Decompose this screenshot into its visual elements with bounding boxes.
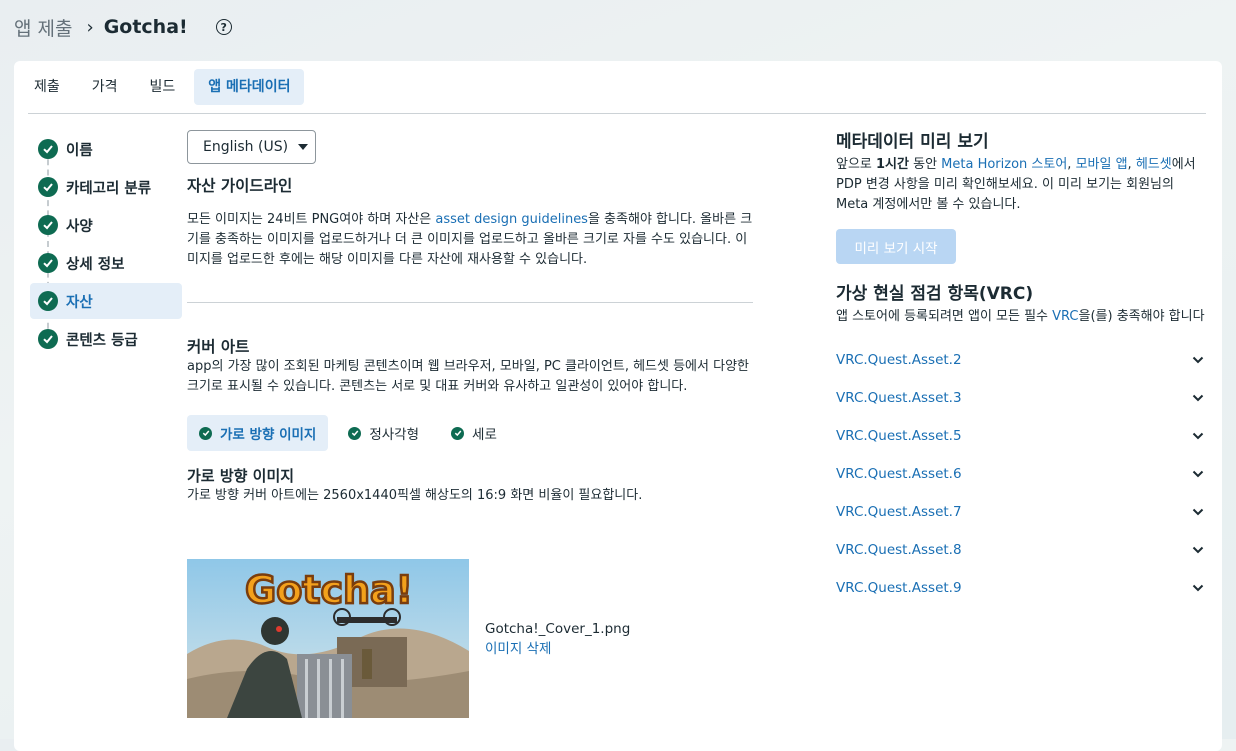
image-file-info: Gotcha!_Cover_1.png 이미지 삭제: [485, 619, 630, 659]
tab-app-metadata[interactable]: 앱 메타데이터: [194, 69, 305, 105]
headset-link[interactable]: 헤드셋: [1136, 157, 1172, 172]
vrc-item-label: VRC.Quest.Asset.8: [836, 542, 962, 558]
breadcrumb: 앱 제출 › Gotcha! ?: [14, 12, 232, 42]
horizon-store-link[interactable]: Meta Horizon 스토어: [941, 157, 1067, 172]
chevron-down-icon: [1192, 356, 1204, 364]
assets-panel: English (US) 자산 가이드라인 모든 이미지는 24비트 PNG여야…: [187, 130, 753, 506]
step-name[interactable]: 이름: [30, 131, 182, 167]
tab-builds[interactable]: 빌드: [137, 69, 189, 105]
vrc-item-label: VRC.Quest.Asset.9: [836, 580, 962, 596]
vrc-list: VRC.Quest.Asset.2 VRC.Quest.Asset.3 VRC.…: [836, 341, 1208, 607]
landscape-text: 가로 방향 커버 아트에는 2560x1440픽셀 해상도의 16:9 화면 비…: [187, 488, 643, 503]
preview-title: 메타데이터 미리 보기: [836, 132, 989, 152]
check-circle-icon: [199, 426, 212, 440]
section-divider: [187, 302, 753, 303]
vrc-item-label: VRC.Quest.Asset.5: [836, 428, 962, 444]
landscape-title: 가로 방향 이미지: [187, 467, 295, 485]
check-circle-icon: [38, 253, 58, 273]
cover-art-title: 커버 아트: [187, 338, 250, 356]
cover-subtabs: 가로 방향 이미지 정사각형 세로: [187, 415, 753, 451]
vrc-text-part: 을(를) 충족해야 합니다: [1078, 309, 1205, 324]
tab-submission[interactable]: 제출: [14, 69, 73, 105]
preview-text-part: 동안: [908, 157, 942, 172]
vrc-item-label: VRC.Quest.Asset.7: [836, 504, 962, 520]
vrc-item-label: VRC.Quest.Asset.6: [836, 466, 962, 482]
start-preview-button[interactable]: 미리 보기 시작: [836, 229, 956, 264]
chevron-down-icon: [1192, 546, 1204, 554]
caret-down-icon: [298, 144, 309, 150]
vrc-item-label: VRC.Quest.Asset.3: [836, 390, 962, 406]
tab-divider: [28, 113, 1206, 114]
step-label: 자산: [66, 294, 93, 311]
file-name: Gotcha!_Cover_1.png: [485, 621, 631, 637]
check-circle-icon: [451, 426, 465, 440]
main-card: 제출 가격 빌드 앱 메타데이터 이름 카테고리 분류 사양 상세 정보 자산: [14, 61, 1222, 751]
subtab-label: 세로: [472, 427, 497, 443]
tab-pricing[interactable]: 가격: [79, 69, 131, 105]
step-content-rating[interactable]: 콘텐츠 등급: [30, 321, 182, 357]
guidelines-text: 모든 이미지는 24비트 PNG여야 하며 자산은 asset design g…: [187, 210, 753, 270]
step-label: 상세 정보: [66, 256, 125, 273]
vrc-item[interactable]: VRC.Quest.Asset.8: [836, 531, 1208, 569]
check-circle-icon: [38, 177, 58, 197]
vrc-item[interactable]: VRC.Quest.Asset.7: [836, 493, 1208, 531]
vrc-item[interactable]: VRC.Quest.Asset.2: [836, 341, 1208, 379]
chevron-down-icon: [1192, 508, 1204, 516]
check-circle-icon: [38, 139, 58, 159]
step-label: 카테고리 분류: [66, 180, 152, 197]
vrc-text-part: 앱 스토어에 등록되려면 앱이 모든 필수: [836, 309, 1053, 324]
cover-art-image: Gotcha!: [187, 559, 469, 718]
breadcrumb-parent[interactable]: 앱 제출: [14, 14, 72, 41]
page-title: Gotcha!: [103, 16, 188, 38]
subtab-label: 가로 방향 이미지: [220, 427, 317, 443]
step-nav: 이름 카테고리 분류 사양 상세 정보 자산 콘텐츠 등급: [30, 131, 182, 359]
step-label: 사양: [66, 218, 93, 235]
chevron-down-icon: [1192, 394, 1204, 402]
delete-image-link[interactable]: 이미지 삭제: [485, 639, 630, 659]
check-circle-icon: [38, 329, 58, 349]
language-select[interactable]: English (US): [187, 130, 316, 164]
check-circle-icon: [38, 291, 58, 311]
cover-logo-text: Gotcha!: [245, 568, 413, 612]
preview-text: 앞으로 1시간 동안 Meta Horizon 스토어, 모바일 앱, 헤드셋에…: [836, 155, 1208, 215]
vrc-item[interactable]: VRC.Quest.Asset.5: [836, 417, 1208, 455]
vrc-item-label: VRC.Quest.Asset.2: [836, 352, 962, 368]
chevron-down-icon: [1192, 432, 1204, 440]
step-assets[interactable]: 자산: [30, 283, 182, 319]
language-value: English (US): [203, 139, 289, 155]
preview-text-bold: 1시간: [876, 157, 909, 172]
preview-text-part: 앞으로: [836, 157, 877, 172]
step-category[interactable]: 카테고리 분류: [30, 169, 182, 205]
vrc-item[interactable]: VRC.Quest.Asset.9: [836, 569, 1208, 607]
check-circle-icon: [38, 215, 58, 235]
step-details[interactable]: 상세 정보: [30, 245, 182, 281]
asset-guidelines-link[interactable]: asset design guidelines: [435, 212, 588, 227]
tab-bar: 제출 가격 빌드 앱 메타데이터: [14, 69, 310, 105]
step-specs[interactable]: 사양: [30, 207, 182, 243]
vrc-item[interactable]: VRC.Quest.Asset.3: [836, 379, 1208, 417]
vrc-text: 앱 스토어에 등록되려면 앱이 모든 필수 VRC을(를) 충족해야 합니다: [836, 307, 1208, 327]
vrc-item[interactable]: VRC.Quest.Asset.6: [836, 455, 1208, 493]
check-circle-icon: [348, 426, 362, 440]
cover-image-thumbnail: Gotcha!: [187, 559, 469, 718]
cover-art-text: app의 가장 많이 조회된 마케팅 콘텐츠이며 웹 브라우저, 모바일, PC…: [187, 359, 749, 394]
chevron-down-icon: [1192, 470, 1204, 478]
step-label: 콘텐츠 등급: [66, 332, 138, 349]
preview-text-part: ,: [1067, 157, 1076, 172]
guidelines-title: 자산 가이드라인: [187, 177, 293, 195]
chevron-right-icon: ›: [86, 16, 94, 38]
vrc-link[interactable]: VRC: [1052, 309, 1078, 324]
preview-panel: 메타데이터 미리 보기 앞으로 1시간 동안 Meta Horizon 스토어,…: [836, 127, 1208, 607]
question-circle-icon[interactable]: ?: [215, 19, 232, 35]
subtab-label: 정사각형: [369, 427, 420, 443]
subtab-square[interactable]: 정사각형: [336, 415, 431, 451]
chevron-down-icon: [1192, 584, 1204, 592]
preview-text-part: ,: [1127, 157, 1136, 172]
vrc-title: 가상 현실 점검 항목(VRC): [836, 284, 1034, 304]
guidelines-text-part: 모든 이미지는 24비트 PNG여야 하며 자산은: [187, 212, 436, 227]
step-label: 이름: [66, 142, 93, 159]
mobile-app-link[interactable]: 모바일 앱: [1076, 157, 1128, 172]
subtab-portrait[interactable]: 세로: [439, 415, 509, 451]
subtab-landscape[interactable]: 가로 방향 이미지: [187, 415, 329, 451]
